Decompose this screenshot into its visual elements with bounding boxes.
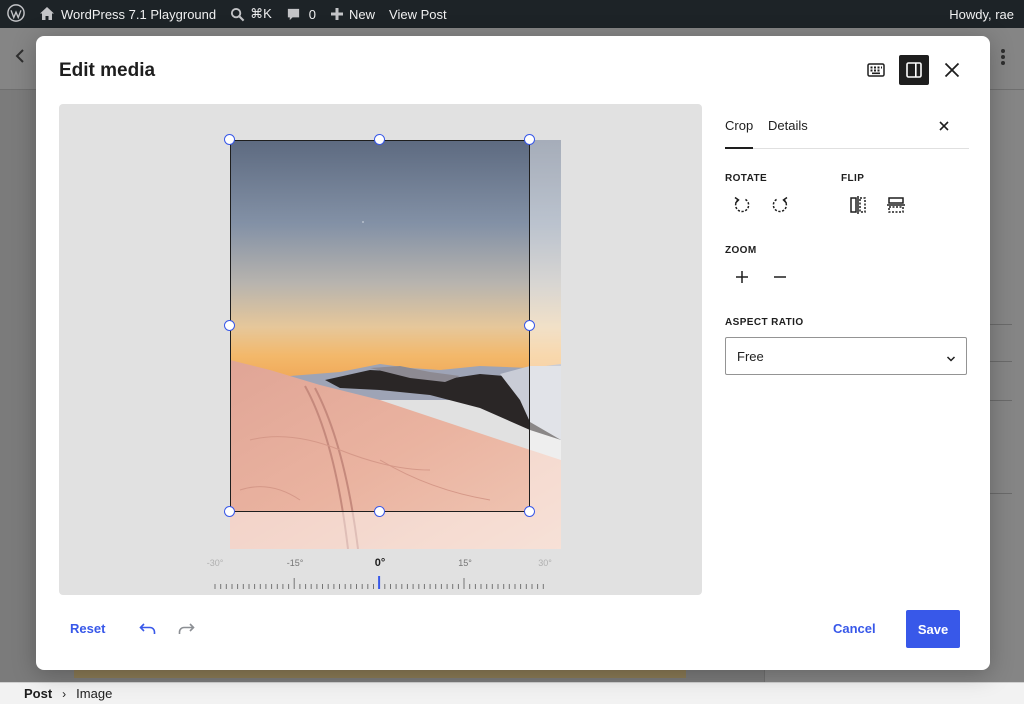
rotate-right-icon (770, 195, 790, 215)
flip-horizontal-icon (848, 195, 868, 215)
modal-title: Edit media (59, 60, 156, 81)
crop-overlay-bottom (230, 512, 530, 549)
breadcrumb-separator: › (62, 686, 67, 701)
redo-icon (177, 622, 195, 636)
zoom-label: ZOOM (725, 245, 757, 256)
sidebar-close-button[interactable] (934, 116, 954, 136)
ruler-current-angle: 0° (374, 557, 386, 569)
breadcrumb-image[interactable]: Image (76, 686, 112, 701)
flip-vertical-button[interactable] (882, 191, 910, 219)
comments-count: 0 (308, 6, 317, 22)
close-modal-button[interactable] (937, 55, 967, 85)
rotate-label: ROTATE (725, 173, 768, 184)
wordpress-logo[interactable] (0, 0, 32, 28)
new-label: New (349, 6, 376, 22)
search-icon (230, 7, 245, 22)
keyboard-icon (867, 63, 885, 77)
command-search[interactable]: ⌘K (223, 0, 279, 28)
zoom-in-button[interactable] (728, 263, 756, 291)
crop-handle-bottom[interactable] (374, 506, 385, 517)
keyboard-shortcuts-button[interactable] (861, 55, 891, 85)
crop-handle-bottom-left[interactable] (224, 506, 235, 517)
ruler-ticks (214, 576, 544, 589)
zoom-in-icon (735, 270, 749, 284)
breadcrumb-post[interactable]: Post (24, 686, 52, 701)
options-icon (1000, 48, 1006, 71)
image-block-preview (74, 670, 686, 678)
tab-details[interactable]: Details (768, 118, 808, 133)
sidebar-toggle-icon (905, 61, 923, 79)
save-button[interactable]: Save (906, 610, 960, 648)
flip-label: FLIP (841, 173, 865, 184)
toggle-sidebar-button[interactable] (899, 55, 929, 85)
sidebar-tabs: Crop Details (725, 104, 969, 149)
crop-handle-top[interactable] (374, 134, 385, 145)
rotate-right-button[interactable] (766, 191, 794, 219)
ruler-label: -30° (206, 558, 224, 568)
chevron-down-icon (946, 351, 956, 366)
rotate-left-button[interactable] (728, 191, 756, 219)
close-icon (944, 62, 960, 78)
cancel-button[interactable]: Cancel (833, 621, 876, 636)
zoom-out-icon (773, 270, 787, 284)
crop-handle-top-right[interactable] (524, 134, 535, 145)
ruler-label: 15° (458, 558, 472, 568)
crop-handle-top-left[interactable] (224, 134, 235, 145)
undo-icon (139, 622, 157, 636)
active-tab-indicator (725, 147, 753, 149)
crop-handle-right[interactable] (524, 320, 535, 331)
tab-crop[interactable]: Crop (725, 118, 753, 133)
back-icon (14, 48, 26, 69)
crop-handle-left[interactable] (224, 320, 235, 331)
view-post-label: View Post (389, 6, 447, 22)
comment-icon (286, 7, 301, 22)
crop-handle-bottom-right[interactable] (524, 506, 535, 517)
home-icon (39, 6, 55, 22)
undo-button[interactable] (135, 616, 161, 642)
crop-canvas: -30° -15° 0° 15° 30° (59, 104, 702, 595)
reset-button[interactable]: Reset (70, 621, 105, 636)
close-icon (939, 121, 949, 131)
plus-icon (330, 7, 344, 21)
comments-link[interactable]: 0 (279, 0, 323, 28)
new-content-link[interactable]: New (323, 0, 382, 28)
rotate-left-icon (732, 195, 752, 215)
edit-media-modal: Edit media -30° -15° 0° 15° 30° Crop Det… (36, 36, 990, 670)
breadcrumb: Post › Image (0, 682, 1024, 704)
aspect-ratio-label: ASPECT RATIO (725, 317, 804, 328)
site-name: WordPress 7.1 Playground (61, 6, 217, 22)
zoom-out-button[interactable] (766, 263, 794, 291)
wordpress-icon (7, 3, 25, 25)
sidebar-textarea (988, 400, 1012, 494)
aspect-ratio-value: Free (737, 348, 764, 364)
image-crop-area[interactable] (224, 134, 561, 549)
rotation-ruler[interactable]: -30° -15° 0° 15° 30° (206, 556, 552, 590)
flip-vertical-icon (886, 195, 906, 215)
account-menu[interactable]: Howdy, rae (942, 0, 1024, 28)
greeting: Howdy, rae (949, 6, 1014, 22)
aspect-ratio-select[interactable]: Free (725, 337, 967, 375)
crop-overlay-right (530, 140, 561, 549)
admin-bar: WordPress 7.1 Playground ⌘K 0 New View P… (0, 0, 1024, 28)
ruler-label: -15° (286, 558, 304, 568)
flip-horizontal-button[interactable] (844, 191, 872, 219)
crop-frame[interactable] (230, 140, 530, 512)
ruler-label: 30° (538, 558, 552, 568)
search-shortcut: ⌘K (250, 6, 272, 21)
sidebar-field (988, 324, 1012, 362)
view-post-link[interactable]: View Post (382, 0, 454, 28)
redo-button[interactable] (173, 616, 199, 642)
site-name-link[interactable]: WordPress 7.1 Playground (32, 0, 223, 28)
